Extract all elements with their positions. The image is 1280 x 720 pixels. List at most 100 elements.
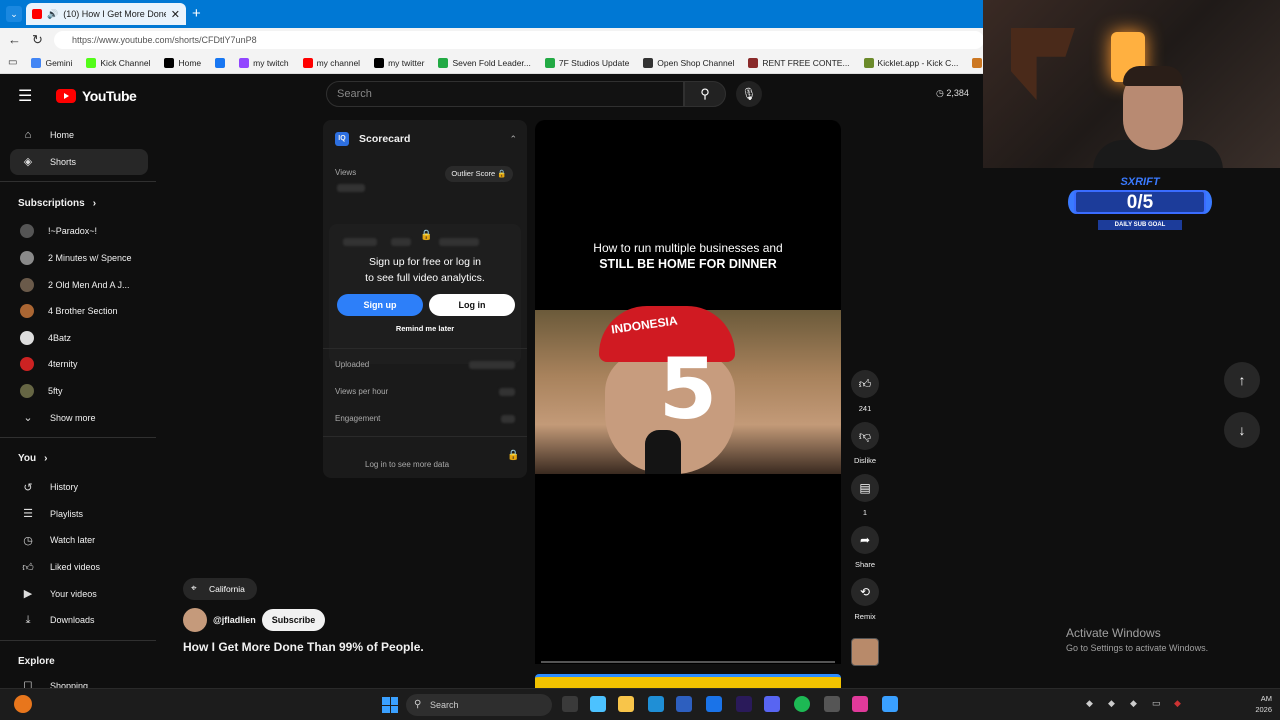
app-icon[interactable] [706, 696, 722, 712]
subscription-item[interactable]: 5fty [0, 378, 160, 405]
scorecard-header[interactable]: IQ Scorecard [335, 132, 410, 146]
avatar[interactable] [183, 608, 207, 632]
edge-icon[interactable] [648, 696, 664, 712]
app-icon[interactable] [852, 696, 868, 712]
video-progress-bar[interactable] [541, 661, 835, 663]
subscription-item[interactable]: 4 Brother Section [0, 298, 160, 325]
widgets-icon[interactable] [14, 695, 32, 713]
share-icon[interactable]: ➦ [851, 526, 879, 554]
dislike-icon[interactable]: 👎︎ [851, 422, 879, 450]
subscription-item[interactable]: 2 Old Men And A J... [0, 271, 160, 298]
channel-handle[interactable]: @jfladlien [213, 615, 256, 625]
reading-list-icon[interactable]: ▭ [8, 57, 17, 68]
bookmark-item[interactable] [215, 57, 226, 68]
next-video-preview[interactable] [535, 674, 841, 688]
bookmark-favicon-icon [374, 57, 385, 68]
next-video-button[interactable]: ↓ [1224, 412, 1260, 448]
app-icon[interactable] [882, 696, 898, 712]
comments-action[interactable]: ▤ 1 [849, 474, 881, 517]
close-tab-icon[interactable]: ✕ [171, 8, 180, 21]
tab-actions-button[interactable]: ⌄ [6, 6, 22, 22]
bookmark-item[interactable]: my channel [302, 57, 360, 68]
avatar [20, 384, 34, 399]
search-input[interactable]: Search [326, 81, 684, 107]
sidebar-item-watch-later[interactable]: ◷ Watch later [0, 527, 160, 554]
comment-icon[interactable]: ▤ [851, 474, 879, 502]
back-icon[interactable]: ← [8, 32, 21, 47]
bookmark-item[interactable]: Gemini [31, 57, 72, 68]
sidebar-item-liked-videos[interactable]: 👍︎ Liked videos [0, 554, 160, 581]
taskbar-search[interactable]: ⚲ Search [406, 694, 552, 716]
bookmark-item[interactable]: RENT FREE CONTE... [748, 57, 850, 68]
tray-icon[interactable]: ◆ [1108, 698, 1115, 709]
subscription-item[interactable]: 4Batz [0, 325, 160, 352]
like-action[interactable]: 👍︎ 241 [849, 370, 881, 413]
shorts-video-player[interactable]: How to run multiple businesses and STILL… [535, 120, 841, 664]
sidebar-item-home[interactable]: ⌂ Home [0, 122, 160, 149]
discord-icon[interactable] [764, 696, 780, 712]
outlier-score-button[interactable]: Outlier Score 🔒 [445, 166, 513, 182]
premiere-icon[interactable] [736, 696, 752, 712]
sidebar-item-downloads[interactable]: ⤓ Downloads [0, 607, 160, 634]
copilot-icon[interactable] [590, 696, 606, 712]
collapse-icon[interactable]: ⌃ [509, 134, 517, 145]
subscription-item[interactable]: !~Paradox~! [0, 218, 160, 245]
sidebar-item-history[interactable]: ↺ History [0, 474, 160, 501]
channel-avatar-action[interactable] [849, 638, 881, 666]
subscription-item[interactable]: 2 Minutes w/ Spence [0, 245, 160, 272]
bookmark-item[interactable]: Home [164, 57, 201, 68]
voice-search-button[interactable]: 🎙 [736, 81, 762, 107]
search-button[interactable]: ⚲ [684, 81, 726, 107]
task-view-icon[interactable] [562, 696, 578, 712]
remind-later-button[interactable]: Remind me later [323, 324, 527, 333]
log-in-button[interactable]: Log in [429, 294, 515, 316]
like-icon[interactable]: 👍︎ [851, 370, 879, 398]
file-explorer-icon[interactable] [618, 696, 634, 712]
speaker-icon[interactable]: 🔊 [47, 9, 58, 20]
tray-icon[interactable]: ▭ [1152, 698, 1161, 709]
new-tab-button[interactable]: + [192, 5, 201, 22]
location-chip[interactable]: ⌖ California [183, 578, 257, 600]
reload-icon[interactable]: ↻ [32, 32, 43, 48]
browser-tab[interactable]: 🔊 (10) How I Get More Done Th ✕ [26, 3, 186, 25]
youtube-logo-text[interactable]: YouTube [82, 88, 137, 104]
bookmark-item[interactable]: my twitter [374, 57, 424, 68]
sidebar-item-your-videos[interactable]: ▶ Your videos [0, 580, 160, 607]
more-data-link[interactable]: Log in to see more data [365, 460, 449, 469]
bookmark-item[interactable]: Kicklet.app - Kick C... [863, 57, 958, 68]
tray-icon[interactable]: ◆ [1130, 698, 1137, 709]
show-more-button[interactable]: ⌄ Show more [0, 404, 160, 431]
subscriptions-header[interactable]: Subscriptions › [0, 188, 160, 218]
menu-icon[interactable]: ☰ [18, 86, 34, 106]
url-field[interactable]: https://www.youtube.com/shorts/CFDtlY7un… [54, 31, 984, 49]
dislike-action[interactable]: 👎︎ Dislike [849, 422, 881, 465]
sign-up-button[interactable]: Sign up [337, 294, 423, 316]
youtube-logo-icon[interactable] [56, 89, 76, 103]
sidebar-item-shorts[interactable]: ◈ Shorts [10, 148, 148, 176]
system-clock[interactable]: AM 2026 [1236, 693, 1272, 715]
bookmark-item[interactable]: 7F Studios Update [544, 57, 629, 68]
previous-video-button[interactable]: ↑ [1224, 362, 1260, 398]
bookmark-item[interactable]: my twitch [239, 57, 289, 68]
subscription-item[interactable]: 4ternity [0, 351, 160, 378]
share-action[interactable]: ➦ Share [849, 526, 881, 569]
bookmark-item[interactable]: Seven Fold Leader... [438, 57, 531, 68]
bookmark-item[interactable]: Kick Channel [86, 57, 150, 68]
channel-avatar[interactable] [851, 638, 879, 666]
sidebar-item-playlists[interactable]: ☰ Playlists [0, 501, 160, 528]
arrow-down-icon[interactable]: ↓ [1224, 412, 1260, 448]
tray-icon[interactable]: ◆ [1174, 698, 1181, 709]
spotify-icon[interactable] [794, 696, 810, 712]
start-button[interactable] [382, 697, 398, 713]
app-icon[interactable] [676, 696, 692, 712]
arrow-up-icon[interactable]: ↑ [1224, 362, 1260, 398]
divider [0, 181, 156, 183]
tray-icon[interactable]: ◆ [1086, 698, 1093, 709]
settings-icon[interactable] [824, 696, 840, 712]
video-title[interactable]: How I Get More Done Than 99% of People. [183, 640, 424, 654]
subscribe-button[interactable]: Subscribe [261, 609, 326, 631]
remix-icon[interactable]: ⟲ [851, 578, 879, 606]
remix-action[interactable]: ⟲ Remix [849, 578, 881, 621]
bookmark-item[interactable]: Open Shop Channel [643, 57, 734, 68]
you-header[interactable]: You › [0, 444, 160, 474]
